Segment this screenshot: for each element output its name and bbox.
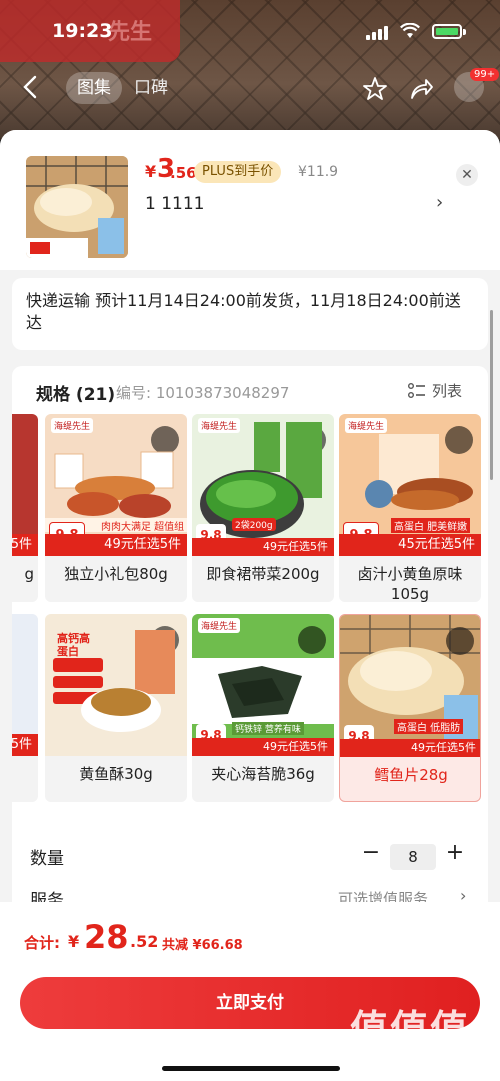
plus-price-tag: PLUS到手价 <box>194 161 282 183</box>
plus-icon[interactable]: + <box>444 840 466 868</box>
promo-bar: 49元任选5件 <box>192 538 334 556</box>
spec-sub: 2袋200g <box>232 518 276 531</box>
minus-icon[interactable]: − <box>360 840 382 868</box>
promo-bar: 5件 <box>12 734 38 756</box>
battery-icon <box>432 24 462 39</box>
spec-sub: 高钙高蛋白 <box>57 632 90 658</box>
purchase-sheet: ¥ 3 .56 PLUS到手价 ¥11.9 ✕ 1 1111 › 快递运输 预计… <box>0 130 500 1081</box>
list-view-button[interactable]: 列表 <box>408 380 462 401</box>
promo-bar: 49元任选5件 <box>340 739 480 757</box>
checkout-footer: 合计: ¥ 28 .52 共减 ¥66.68 立即支付 值值值 zhizhizh… <box>0 902 500 1081</box>
top-nav: 图集 口碑 99+ <box>0 64 500 112</box>
price-symbol: ¥ <box>145 162 157 181</box>
shipping-info: 快递运输 预计11月14日24:00前发货，11月18日24:00前送达 <box>12 278 488 350</box>
total-symbol: ¥ <box>68 932 80 951</box>
original-price: ¥11.9 <box>298 164 339 180</box>
signal-icon <box>366 26 388 40</box>
price-decimal: .56 <box>170 164 197 182</box>
spec-option[interactable]: 海缇先生 肉肉大满足 超值组合 9.8 49元任选5件 独立小礼包80g <box>45 414 187 602</box>
spec-option-selected[interactable]: 高蛋白 低脂肪 9.8 49元任选5件 鳕鱼片28g <box>339 614 481 802</box>
quantity-row: 数量 − + <box>0 836 500 876</box>
status-time: 19:23 <box>52 20 113 42</box>
back-icon[interactable] <box>18 74 44 100</box>
quantity-input[interactable] <box>390 844 436 870</box>
chevron-right-icon[interactable]: › <box>436 192 443 213</box>
total-discount: 共减 ¥66.68 <box>162 938 243 953</box>
pay-now-button[interactable]: 立即支付 <box>20 977 480 1029</box>
spec-label: g <box>24 565 34 583</box>
spec-label: 黄鱼酥30g <box>79 765 153 783</box>
spec-option[interactable]: 高钙高蛋白 黄鱼酥30g <box>45 614 187 802</box>
wifi-icon <box>400 23 420 38</box>
cart-badge: 99+ <box>470 68 500 81</box>
total-label: 合计: <box>24 934 60 952</box>
close-button[interactable]: ✕ <box>456 164 478 186</box>
star-icon[interactable] <box>362 76 388 102</box>
product-header: ¥ 3 .56 PLUS到手价 ¥11.9 ✕ 1 1111 › <box>0 130 500 270</box>
product-code: 编号: 10103873048297 <box>116 384 290 402</box>
tab-gallery[interactable]: 图集 <box>66 72 122 104</box>
spec-option[interactable]: 海缇先生 高蛋白 肥美鲜嫩 9.8 45元任选5件 卤汁小黄鱼原味105g <box>339 414 481 602</box>
total-integer: 28 <box>84 918 129 956</box>
total-decimal: .52 <box>130 932 159 951</box>
spec-label: 卤汁小黄鱼原味105g <box>357 565 463 602</box>
status-bar: 19:23 <box>0 0 500 60</box>
spec-label: 即食裙带菜200g <box>206 565 320 583</box>
battery-tip <box>463 29 466 35</box>
spec-label: 夹心海苔脆36g <box>211 765 315 783</box>
promo-bar: 45元任选5件 <box>339 534 481 556</box>
spec-title: 规格 (21) <box>36 385 116 405</box>
spec-option[interactable]: 海缇先生 钙铁锌 营养有味 9.8 49元任选5件 夹心海苔脆36g <box>192 614 334 802</box>
spec-sub: 高蛋白 肥美鲜嫩 <box>391 518 471 533</box>
list-view-label: 列表 <box>432 382 463 400</box>
promo-bar: 49元任选5件 <box>192 738 334 756</box>
home-indicator <box>162 1066 340 1071</box>
spec-option[interactable]: 海缇先生 2袋200g 9.8 49元任选5件 即食裙带菜200g <box>192 414 334 602</box>
spec-option[interactable]: 5件 g <box>12 414 38 602</box>
quantity-label: 数量 <box>30 849 64 869</box>
scrollbar[interactable] <box>490 310 493 480</box>
promo-bar: 5件 <box>12 534 38 556</box>
spec-sub: 钙铁锌 营养有味 <box>232 722 304 735</box>
spec-label: 独立小礼包80g <box>64 565 168 583</box>
spec-option[interactable]: 5件 <box>12 614 38 802</box>
promo-bar: 49元任选5件 <box>45 534 187 556</box>
spec-label: 鳕鱼片28g <box>374 766 448 784</box>
selected-spec[interactable]: 1 1111 <box>145 194 204 214</box>
list-icon <box>408 382 425 398</box>
spec-sub: 高蛋白 低脂肪 <box>394 719 464 734</box>
tab-reviews[interactable]: 口碑 <box>134 72 168 104</box>
share-icon[interactable] <box>408 76 434 102</box>
product-thumbnail[interactable] <box>26 156 128 258</box>
watermark-url: zhizhizhi.com <box>354 1052 463 1071</box>
